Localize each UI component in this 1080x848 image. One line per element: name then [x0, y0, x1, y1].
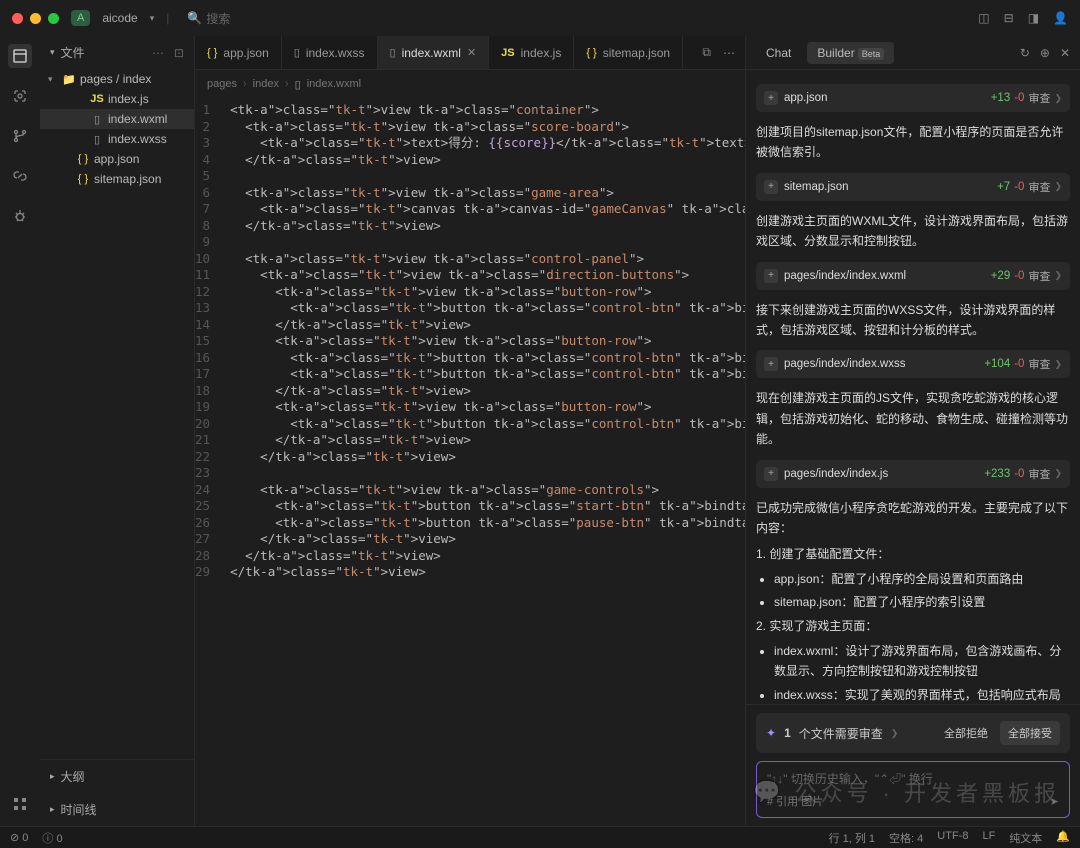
- file-item[interactable]: { }app.json: [40, 149, 194, 169]
- chevron-down-icon[interactable]: ▾: [150, 13, 155, 24]
- more-icon[interactable]: ⋯: [152, 46, 164, 60]
- plus-icon: +: [764, 180, 778, 194]
- sparkle-icon: ✦: [766, 726, 776, 740]
- chevron-right-icon[interactable]: ❯: [891, 728, 899, 739]
- maximize-window-icon[interactable]: [48, 13, 59, 24]
- encoding[interactable]: UTF-8: [937, 830, 968, 846]
- chat-body: +app.json+13-0审查❯创建项目的sitemap.json文件，配置小…: [746, 70, 1080, 704]
- code-editor[interactable]: 1 2 3 4 5 6 7 8 9 10 11 12 13 14 15 16 1…: [195, 98, 745, 826]
- editor-tab[interactable]: JSindex.js: [489, 36, 574, 69]
- close-icon[interactable]: ✕: [467, 46, 476, 59]
- send-icon[interactable]: ➤: [1050, 795, 1059, 808]
- status-errors[interactable]: ⊘ 0: [10, 831, 28, 844]
- editor-tab[interactable]: ▯index.wxml✕: [378, 36, 490, 69]
- app-badge: A: [71, 10, 90, 26]
- panel-header: ▾ 文件 ⋯ ⊡: [40, 36, 194, 69]
- status-warnings[interactable]: ⓘ 0: [42, 830, 62, 846]
- tab-builder[interactable]: BuilderBeta: [807, 42, 894, 64]
- breadcrumb: pages› index› ▯ index.wxml: [195, 70, 745, 98]
- branch-icon[interactable]: [8, 124, 32, 148]
- bell-icon[interactable]: 🔔: [1056, 830, 1070, 846]
- file-item[interactable]: ▯index.wxss: [40, 129, 194, 149]
- crumb[interactable]: index.wxml: [307, 78, 361, 90]
- panel-right-icon[interactable]: ◨: [1028, 11, 1039, 25]
- activity-bar: [0, 36, 40, 826]
- statusbar: ⊘ 0 ⓘ 0 行 1, 列 1 空格: 4 UTF-8 LF 纯文本 🔔: [0, 826, 1080, 848]
- folder-item[interactable]: ▾📁pages / index: [40, 69, 194, 89]
- editor-tab[interactable]: { }app.json: [195, 36, 282, 69]
- file-item[interactable]: ▯index.wxml: [40, 109, 194, 129]
- file-chip[interactable]: +pages/index/index.js+233-0审查❯: [756, 460, 1070, 488]
- search-icon: 🔍: [187, 11, 202, 25]
- indent[interactable]: 空格: 4: [889, 830, 923, 846]
- chevron-down-icon[interactable]: ▾: [50, 47, 55, 58]
- file-item[interactable]: JSindex.js: [40, 89, 194, 109]
- editor-tabs: { }app.json▯index.wxss▯index.wxml✕JSinde…: [195, 36, 745, 70]
- eol[interactable]: LF: [982, 830, 995, 846]
- crumb[interactable]: pages: [207, 78, 237, 90]
- lang-mode[interactable]: 纯文本: [1009, 830, 1042, 846]
- panel-title: 文件: [61, 44, 85, 61]
- chat-input[interactable]: "↑↓" 切换历史输入，"⌃⏎" 换行 # 引用 图片➤: [756, 761, 1070, 818]
- explorer-panel: ▾ 文件 ⋯ ⊡ ▾📁pages / indexJSindex.js▯index…: [40, 36, 195, 826]
- more-icon[interactable]: ⋯: [723, 46, 735, 60]
- side-tabs: Chat BuilderBeta ↻ ⊕ ✕: [746, 36, 1080, 70]
- attach-hint[interactable]: # 引用 图片➤: [767, 793, 1059, 809]
- app-name: aicode: [102, 11, 137, 25]
- doc-icon: ▯: [295, 78, 301, 91]
- file-item[interactable]: { }sitemap.json: [40, 169, 194, 189]
- crumb[interactable]: index: [253, 78, 279, 90]
- outline-section[interactable]: ▸大纲: [40, 760, 194, 793]
- accept-all-button[interactable]: 全部接受: [1000, 721, 1060, 745]
- new-chat-icon[interactable]: ⊕: [1040, 46, 1050, 60]
- file-chip[interactable]: +pages/index/index.wxml+29-0审查❯: [756, 262, 1070, 290]
- plus-icon: +: [764, 269, 778, 283]
- panel-bottom-icon[interactable]: ⊟: [1004, 11, 1014, 25]
- tab-chat[interactable]: Chat: [756, 42, 801, 64]
- file-chip[interactable]: +pages/index/index.wxss+104-0审查❯: [756, 350, 1070, 378]
- window-controls: [12, 13, 59, 24]
- file-chip[interactable]: +app.json+13-0审查❯: [756, 84, 1070, 112]
- plus-icon: +: [764, 467, 778, 481]
- history-icon[interactable]: ↻: [1020, 46, 1030, 60]
- close-icon[interactable]: ✕: [1060, 46, 1070, 60]
- plus-icon: +: [764, 91, 778, 105]
- link-icon[interactable]: [8, 164, 32, 188]
- reject-all-button[interactable]: 全部拒绝: [936, 721, 996, 745]
- apps-icon[interactable]: [8, 792, 32, 816]
- titlebar: A aicode ▾ | 🔍 搜索 ◫ ⊟ ◨ 👤: [0, 0, 1080, 36]
- minimize-window-icon[interactable]: [30, 13, 41, 24]
- scan-icon[interactable]: [8, 84, 32, 108]
- timeline-section[interactable]: ▸时间线: [40, 793, 194, 826]
- cursor-pos[interactable]: 行 1, 列 1: [829, 830, 875, 846]
- compare-icon[interactable]: ⧉: [702, 45, 711, 60]
- user-icon[interactable]: 👤: [1053, 11, 1068, 25]
- editor-tab[interactable]: { }sitemap.json: [574, 36, 683, 69]
- editor-area: { }app.json▯index.wxss▯index.wxml✕JSinde…: [195, 36, 745, 826]
- debug-icon[interactable]: [8, 204, 32, 228]
- panel-left-icon[interactable]: ◫: [978, 11, 989, 25]
- plus-icon: +: [764, 357, 778, 371]
- ai-panel: Chat BuilderBeta ↻ ⊕ ✕ +app.json+13-0审查❯…: [745, 36, 1080, 826]
- review-bar: ✦ 1 个文件需要审查 ❯ 全部拒绝 全部接受: [756, 713, 1070, 753]
- collapse-icon[interactable]: ⊡: [174, 46, 184, 60]
- editor-tab[interactable]: ▯index.wxss: [282, 36, 378, 69]
- file-tree: ▾📁pages / indexJSindex.js▯index.wxml▯ind…: [40, 69, 194, 759]
- global-search[interactable]: 🔍 搜索: [187, 10, 230, 27]
- layout-toggles: ◫ ⊟ ◨ 👤: [978, 11, 1068, 25]
- file-chip[interactable]: +sitemap.json+7-0审查❯: [756, 173, 1070, 201]
- close-window-icon[interactable]: [12, 13, 23, 24]
- explorer-icon[interactable]: [8, 44, 32, 68]
